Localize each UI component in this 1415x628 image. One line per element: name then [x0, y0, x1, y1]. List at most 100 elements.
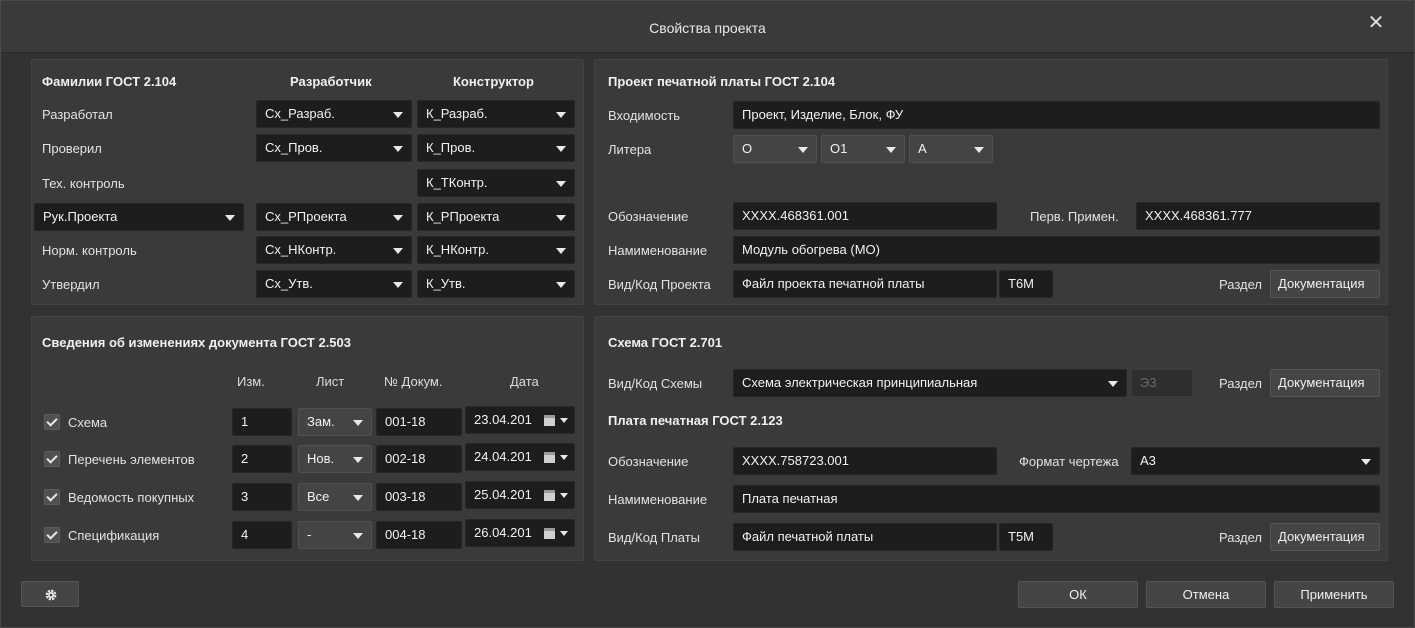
list-select[interactable]: Зам. — [298, 408, 372, 436]
chevron-down-icon — [225, 215, 235, 221]
checkbox-specifikacia[interactable] — [44, 527, 60, 543]
chevron-down-icon — [353, 457, 363, 463]
constructor-razrabotal-select[interactable]: К_Разраб. — [417, 100, 575, 128]
format-label: Формат чертежа — [1019, 454, 1119, 469]
col-list-header: Лист — [316, 374, 345, 389]
calendar-icon — [544, 490, 555, 501]
col-doc-header: № Докум. — [384, 374, 443, 389]
title-bar: Свойства проекта ✕ — [1, 1, 1414, 53]
vhodimost-field[interactable]: Проект, Изделие, Блок, ФУ — [733, 101, 1380, 129]
chevron-down-icon — [393, 282, 403, 288]
constructor-norm-control-select[interactable]: К_НКонтр. — [417, 236, 575, 264]
izm-field[interactable]: 1 — [232, 408, 292, 436]
constructor-ruk-proekta-select[interactable]: К_РПроекта — [417, 203, 575, 231]
checkbox-vedomost[interactable] — [44, 489, 60, 505]
vid-schemy-select[interactable]: Схема электрическая принципиальная — [733, 369, 1127, 397]
cancel-button[interactable]: Отмена — [1146, 581, 1266, 608]
developer-ruk-proekta-select[interactable]: Сх_РПроекта — [256, 203, 412, 231]
gear-icon — [45, 589, 57, 601]
developer-razrabotal-select[interactable]: Сх_Разраб. — [256, 100, 412, 128]
date-picker[interactable]: 24.04.201 — [465, 443, 575, 471]
date-picker[interactable]: 23.04.201 — [465, 406, 575, 434]
checkbox-perechen[interactable] — [44, 451, 60, 467]
izm-field[interactable]: 4 — [232, 521, 292, 549]
list-select[interactable]: - — [298, 521, 372, 549]
board-oboznachenie-field[interactable]: XXXX.758723.001 — [733, 447, 997, 475]
board-header: Плата печатная ГОСТ 2.123 — [608, 413, 783, 428]
chevron-down-icon — [886, 147, 896, 153]
chevron-down-icon — [393, 146, 403, 152]
vid-kod-proekta-label: Вид/Код Проекта — [608, 277, 711, 292]
document-changes-panel: Сведения об изменениях документа ГОСТ 2.… — [31, 316, 584, 561]
schema-board-panel: Схема ГОСТ 2.701 Вид/Код Схемы Схема эле… — [594, 316, 1388, 561]
chevron-down-icon — [353, 533, 363, 539]
razdel-documentation-button[interactable]: Документация — [1270, 369, 1380, 397]
ok-button[interactable]: ОК — [1018, 581, 1138, 608]
litera-2-select[interactable]: О1 — [821, 135, 905, 163]
doc-number-field[interactable]: 003-18 — [376, 483, 462, 511]
izm-field[interactable]: 3 — [232, 483, 292, 511]
row-label-tech-control: Тех. контроль — [42, 176, 125, 191]
oboznachenie-field[interactable]: XXXX.468361.001 — [733, 202, 997, 230]
constructor-tech-control-select[interactable]: К_ТКонтр. — [417, 169, 575, 197]
razdel-documentation-button[interactable]: Документация — [1270, 270, 1380, 298]
chevron-down-icon — [353, 495, 363, 501]
changes-header: Сведения об изменениях документа ГОСТ 2.… — [42, 335, 351, 350]
chevron-down-icon — [1108, 381, 1118, 387]
list-select[interactable]: Все — [298, 483, 372, 511]
row-label-utverdil: Утвердил — [42, 277, 100, 292]
chevron-down-icon — [393, 248, 403, 254]
izm-field[interactable]: 2 — [232, 445, 292, 473]
naimenovanie-field[interactable]: Модуль обогрева (МО) — [733, 236, 1380, 264]
chevron-down-icon — [556, 112, 566, 118]
developer-utverdil-select[interactable]: Сх_Утв. — [256, 270, 412, 298]
format-select[interactable]: А3 — [1131, 447, 1380, 475]
kod-proekta-field[interactable]: Т6М — [999, 270, 1053, 298]
chevron-down-icon — [974, 147, 984, 153]
constructor-proveril-select[interactable]: К_Пров. — [417, 134, 575, 162]
developer-norm-control-select[interactable]: Сх_НКонтр. — [256, 236, 412, 264]
doc-number-field[interactable]: 002-18 — [376, 445, 462, 473]
perv-primen-label: Перв. Примен. — [1030, 209, 1119, 224]
vid-proekta-field[interactable]: Файл проекта печатной платы — [733, 270, 997, 298]
board-naimenovanie-field[interactable]: Плата печатная — [733, 485, 1380, 513]
perv-primen-field[interactable]: XXXX.468361.777 — [1136, 202, 1380, 230]
litera-3-select[interactable]: А — [909, 135, 993, 163]
doc-number-field[interactable]: 004-18 — [376, 521, 462, 549]
col-izm-header: Изм. — [237, 374, 265, 389]
date-picker[interactable]: 26.04.201 — [465, 519, 575, 547]
pcb-project-header: Проект печатной платы ГОСТ 2.104 — [608, 74, 836, 89]
chevron-down-icon — [560, 455, 568, 460]
names-header: Фамилии ГОСТ 2.104 — [42, 74, 177, 89]
constructor-utverdil-select[interactable]: К_Утв. — [417, 270, 575, 298]
vid-platy-field[interactable]: Файл печатной платы — [733, 523, 997, 551]
chevron-down-icon — [556, 181, 566, 187]
date-picker[interactable]: 25.04.201 — [465, 481, 575, 509]
role-ruk-proekta-select[interactable]: Рук.Проекта — [34, 203, 244, 231]
calendar-icon — [544, 415, 555, 426]
chevron-down-icon — [393, 112, 403, 118]
vid-kod-platy-label: Вид/Код Платы — [608, 530, 701, 545]
constructor-column-header: Конструктор — [453, 74, 534, 89]
razdel-documentation-button[interactable]: Документация — [1270, 523, 1380, 551]
col-date-header: Дата — [510, 374, 539, 389]
apply-button[interactable]: Применить — [1274, 581, 1394, 608]
pcb-project-panel: Проект печатной платы ГОСТ 2.104 Входимо… — [594, 59, 1388, 305]
doc-number-field[interactable]: 001-18 — [376, 408, 462, 436]
chevron-down-icon — [560, 531, 568, 536]
row-label-razrabotal: Разработал — [42, 107, 113, 122]
change-name-schema: Схема — [68, 415, 108, 430]
chevron-down-icon — [1361, 459, 1371, 465]
checkbox-schema[interactable] — [44, 414, 60, 430]
litera-1-select[interactable]: О — [733, 135, 817, 163]
kod-platy-field[interactable]: Т5М — [999, 523, 1053, 551]
change-name-perechen: Перечень элементов — [68, 452, 195, 467]
razdel-label: Раздел — [1219, 277, 1262, 292]
settings-button[interactable] — [21, 581, 79, 607]
chevron-down-icon — [353, 420, 363, 426]
schema-header: Схема ГОСТ 2.701 — [608, 335, 723, 350]
close-icon[interactable]: ✕ — [1366, 13, 1386, 33]
project-properties-dialog: Свойства проекта ✕ Фамилии ГОСТ 2.104 Ра… — [0, 0, 1415, 628]
developer-proveril-select[interactable]: Сх_Пров. — [256, 134, 412, 162]
list-select[interactable]: Нов. — [298, 445, 372, 473]
